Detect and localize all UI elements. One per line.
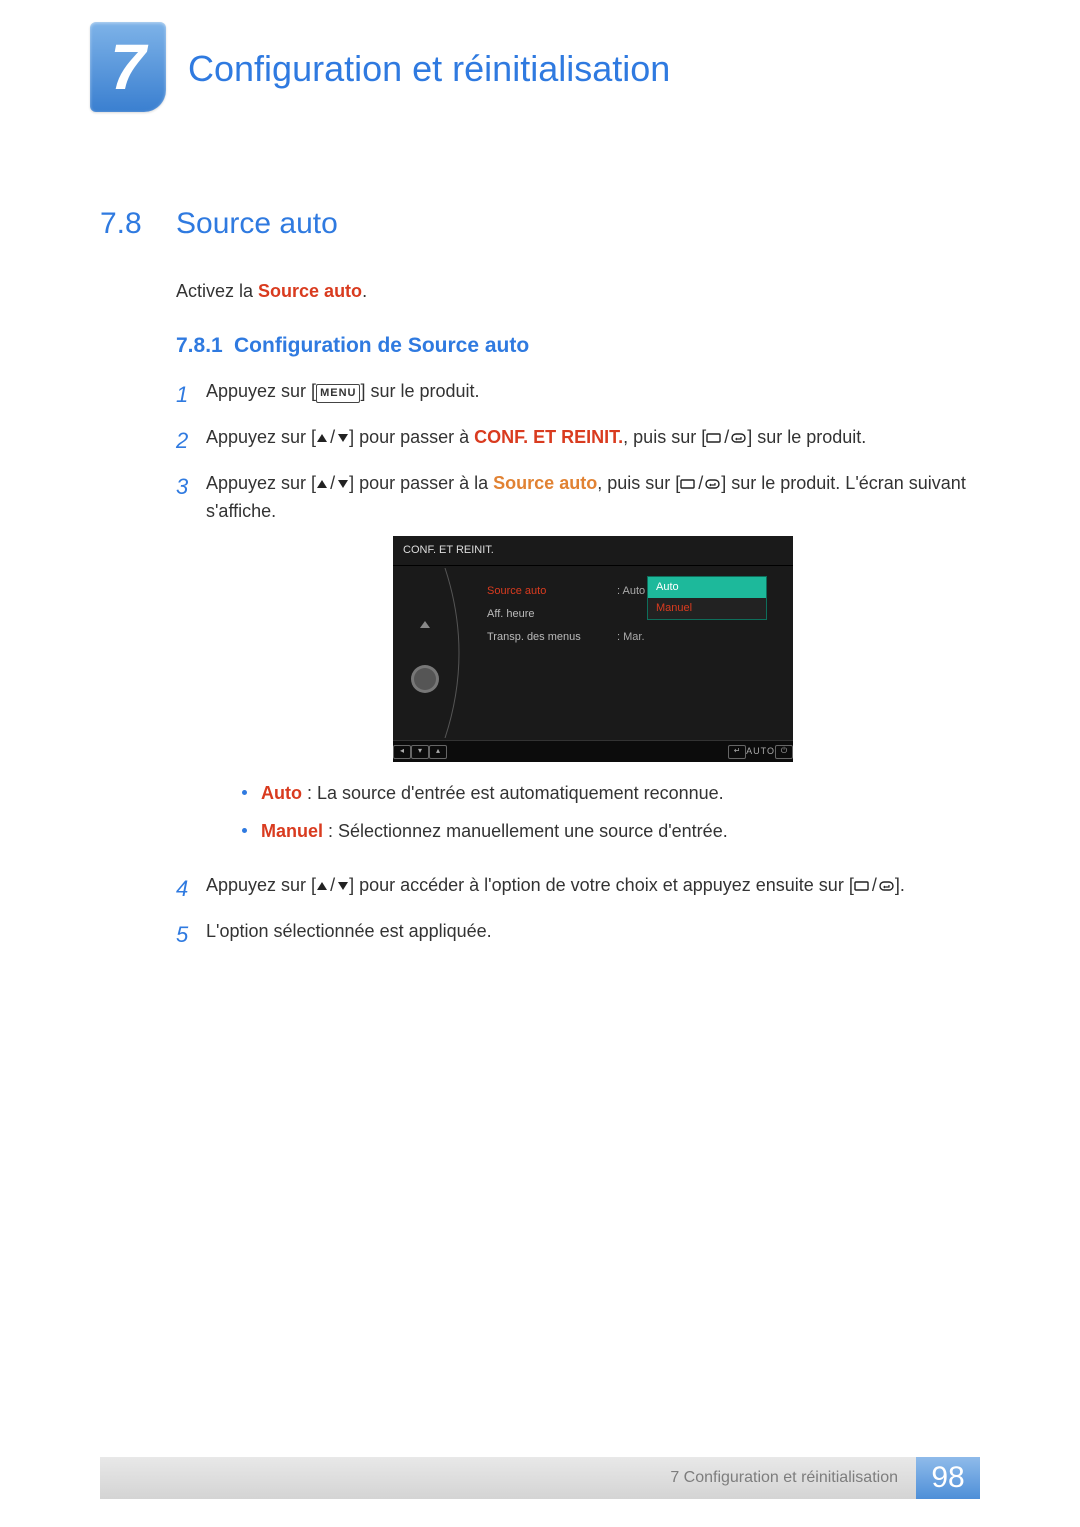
section-heading: 7.8 Source auto (100, 207, 980, 241)
page-number: 98 (916, 1457, 980, 1499)
step-body: Appuyez sur [MENU] sur le produit. (206, 378, 980, 406)
power-icon: ⏻ (775, 745, 793, 759)
left-arrow-icon: ◂ (393, 745, 411, 759)
content-area: 7.8 Source auto Activez la Source auto. … (0, 112, 1080, 952)
text: ]. (895, 875, 905, 895)
menu-button-glyph: MENU (316, 384, 360, 403)
intro-text: Activez la Source auto. (176, 281, 980, 302)
step-number: 4 (176, 872, 206, 906)
step-number: 1 (176, 378, 206, 412)
step-body: Appuyez sur [/] pour passer à la Source … (206, 470, 980, 860)
osd-title: CONF. ET REINIT. (393, 536, 793, 566)
osd-row-label: Transp. des menus (487, 629, 617, 646)
step-2: 2 Appuyez sur [/] pour passer à CONF. ET… (176, 424, 980, 458)
chapter-title: Configuration et réinitialisation (188, 22, 670, 90)
step-body: L'option sélectionnée est appliquée. (206, 918, 980, 946)
up-down-arrow-icon: / (316, 872, 349, 900)
bullet-em: Manuel (261, 821, 323, 841)
bullet-text: : La source d'entrée est automatiquement… (302, 783, 724, 803)
osd-list: Source auto : Auto Aff. heure Transp. de… (457, 566, 793, 736)
osd-screenshot: CONF. ET REINIT. Source auto : A (393, 536, 793, 762)
section-number: 7.8 (100, 207, 176, 241)
steps-list: 1 Appuyez sur [MENU] sur le produit. 2 A… (176, 378, 980, 952)
subsection-heading: 7.8.1 Configuration de Source auto (176, 334, 980, 358)
bullet-list: Auto : La source d'entrée est automatiqu… (242, 780, 980, 846)
up-arrow-icon: ▴ (429, 745, 447, 759)
section-title: Source auto (176, 207, 338, 241)
rect-return-icon: / (680, 470, 721, 498)
osd-row: Transp. des menus : Mar. (487, 626, 783, 649)
emphasis: CONF. ET REINIT. (474, 427, 623, 447)
up-down-arrow-icon: / (316, 424, 349, 452)
osd-bottom-bar: ◂ ▾ ▴ ↵ AUTO ⏻ (393, 740, 793, 762)
rect-return-icon: / (706, 424, 747, 452)
text: Appuyez sur [ (206, 473, 316, 493)
text: , puis sur [ (623, 427, 706, 447)
step-5: 5 L'option sélectionnée est appliquée. (176, 918, 980, 952)
up-arrow-icon (420, 621, 430, 628)
subsection-title: Configuration de Source auto (234, 334, 529, 358)
rect-return-icon: / (854, 872, 895, 900)
up-down-arrow-icon: / (316, 470, 349, 498)
step-number: 5 (176, 918, 206, 952)
step-number: 2 (176, 424, 206, 458)
text: ] sur le produit. (747, 427, 866, 447)
text: Appuyez sur [ (206, 875, 316, 895)
osd-popup: Auto Manuel (647, 576, 767, 620)
gear-icon (414, 668, 436, 690)
step-3: 3 Appuyez sur [/] pour passer à la Sourc… (176, 470, 980, 860)
text: ] sur le produit. (360, 381, 479, 401)
text: Appuyez sur [ (206, 381, 316, 401)
emphasis: Source auto (493, 473, 597, 493)
osd-popup-item: Manuel (648, 598, 766, 619)
osd-row-value: : Auto (617, 583, 645, 600)
footer-text: 7 Configuration et réinitialisation (670, 1469, 898, 1487)
bullet-em: Auto (261, 783, 302, 803)
step-number: 3 (176, 470, 206, 504)
text: ] pour accéder à l'option de votre choix… (349, 875, 854, 895)
osd-row-value: : Mar. (617, 629, 645, 646)
page-header: 7 Configuration et réinitialisation (0, 0, 1080, 112)
osd-row-label: Aff. heure (487, 606, 617, 623)
footer-bar: 7 Configuration et réinitialisation (100, 1457, 916, 1499)
chapter-number-badge: 7 (90, 22, 166, 112)
text: L'option sélectionnée est appliquée. (206, 921, 492, 941)
text: ] pour passer à la (349, 473, 493, 493)
bullet-item: Auto : La source d'entrée est automatiqu… (242, 780, 980, 808)
enter-icon: ↵ (728, 745, 746, 759)
intro-post: . (362, 281, 367, 301)
bullet-text: : Sélectionnez manuellement une source d… (323, 821, 728, 841)
text: Appuyez sur [ (206, 427, 316, 447)
step-body: Appuyez sur [/] pour passer à CONF. ET R… (206, 424, 980, 452)
step-body: Appuyez sur [/] pour accéder à l'option … (206, 872, 980, 900)
down-arrow-icon: ▾ (411, 745, 429, 759)
intro-em: Source auto (258, 281, 362, 301)
text: ] pour passer à (349, 427, 474, 447)
page-footer: 7 Configuration et réinitialisation 98 (0, 1457, 1080, 1499)
subsection-number: 7.8.1 (176, 334, 234, 358)
step-1: 1 Appuyez sur [MENU] sur le produit. (176, 378, 980, 412)
intro-pre: Activez la (176, 281, 258, 301)
osd-row-label: Source auto (487, 583, 617, 600)
bullet-dot-icon (242, 790, 247, 795)
step-4: 4 Appuyez sur [/] pour accéder à l'optio… (176, 872, 980, 906)
bullet-item: Manuel : Sélectionnez manuellement une s… (242, 818, 980, 846)
osd-popup-item-selected: Auto (648, 577, 766, 598)
bullet-dot-icon (242, 828, 247, 833)
text: , puis sur [ (597, 473, 680, 493)
auto-label: AUTO (746, 745, 775, 759)
